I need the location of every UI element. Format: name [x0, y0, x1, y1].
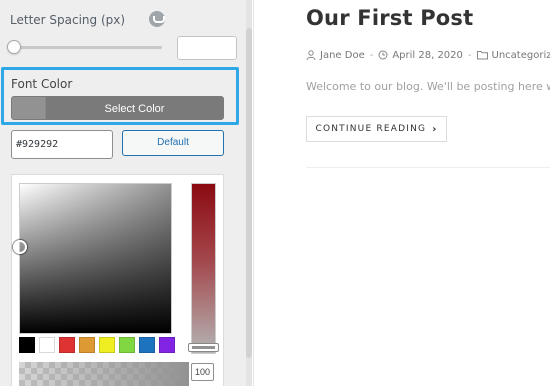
- post-excerpt: Welcome to our blog. We'll be posting he…: [306, 80, 550, 93]
- continue-reading-button[interactable]: CONTINUE READING ›: [306, 116, 447, 142]
- palette-swatch[interactable]: [159, 337, 175, 353]
- palette-swatches: [19, 337, 175, 353]
- select-color-button[interactable]: Select Color: [11, 96, 224, 120]
- user-icon: [306, 50, 316, 60]
- palette-swatch[interactable]: [139, 337, 155, 353]
- reset-icon[interactable]: [149, 11, 165, 27]
- folder-icon: [476, 51, 488, 60]
- palette-swatch[interactable]: [39, 337, 55, 353]
- meta-separator: -: [369, 49, 374, 61]
- hue-slider-handle[interactable]: [188, 343, 219, 352]
- post-meta: Jane Doe - April 28, 2020 - Uncategorize…: [306, 48, 550, 62]
- meta-separator: -: [467, 49, 472, 61]
- clock-icon: [378, 50, 388, 60]
- letter-spacing-input[interactable]: [177, 36, 237, 60]
- preview-border: [253, 0, 254, 386]
- select-color-label: Select Color: [104, 103, 165, 115]
- chevron-right-icon: ›: [432, 123, 438, 135]
- saturation-area[interactable]: [19, 183, 172, 334]
- alpha-value-input[interactable]: 100: [191, 363, 214, 381]
- post-date: April 28, 2020: [392, 49, 463, 61]
- alpha-slider[interactable]: [19, 362, 189, 386]
- palette-swatch[interactable]: [99, 337, 115, 353]
- font-color-label: Font Color: [11, 77, 73, 91]
- continue-reading-label: CONTINUE READING: [315, 124, 427, 134]
- palette-swatch[interactable]: [119, 337, 135, 353]
- current-color-swatch: [12, 97, 46, 119]
- post-title[interactable]: Our First Post: [306, 6, 473, 30]
- palette-swatch[interactable]: [19, 337, 35, 353]
- palette-swatch[interactable]: [59, 337, 75, 353]
- letter-spacing-slider-track[interactable]: [12, 46, 162, 49]
- palette-swatch[interactable]: [79, 337, 95, 353]
- post-category[interactable]: Uncategorized: [492, 50, 550, 61]
- saturation-handle[interactable]: [13, 240, 27, 254]
- hue-slider[interactable]: [191, 183, 216, 354]
- default-color-button[interactable]: Default: [122, 130, 224, 156]
- letter-spacing-slider-handle[interactable]: [7, 40, 21, 54]
- letter-spacing-label: Letter Spacing (px): [10, 13, 126, 27]
- post-divider: [306, 167, 550, 168]
- hex-color-input[interactable]: #929292: [11, 130, 113, 159]
- panel-scrollbar-thumb[interactable]: [246, 28, 252, 358]
- post-author[interactable]: Jane Doe: [320, 50, 365, 61]
